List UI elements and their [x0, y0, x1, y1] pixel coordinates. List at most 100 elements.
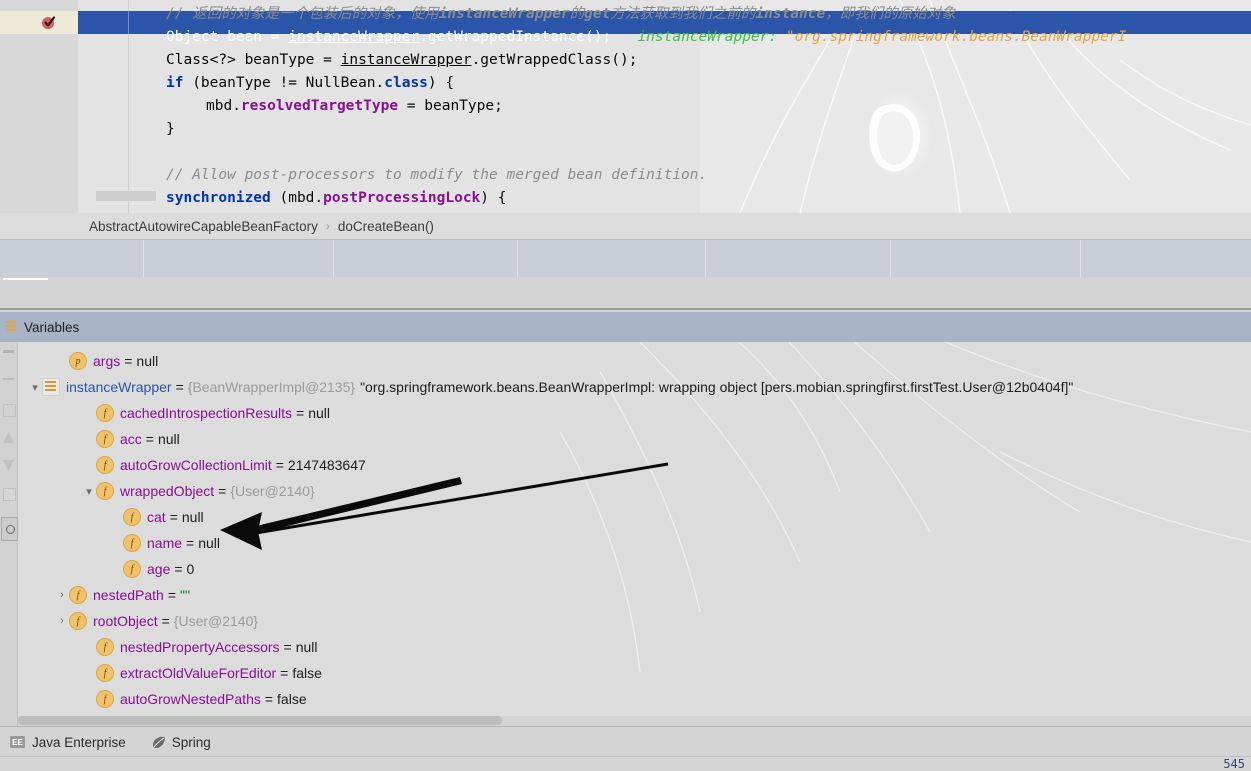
variable-row[interactable]: › f rootObject = {User@2140} [55, 608, 258, 634]
variable-name[interactable]: nestedPath [93, 587, 164, 603]
variable-name[interactable]: rootObject [93, 613, 158, 629]
variable-value[interactable]: false [277, 691, 307, 707]
list-icon[interactable] [3, 488, 16, 501]
variables-panel[interactable]: Variables p args = null ▾ instanceWrapper = {Be… [0, 312, 1251, 726]
toolbar-divider [517, 240, 518, 278]
status-item-java-enterprise[interactable]: EE Java Enterprise [10, 735, 126, 750]
variable-name[interactable]: nestedPropertyAccessors [120, 639, 280, 655]
toolbar-divider [705, 240, 706, 278]
variable-row[interactable]: f acc = null [82, 426, 180, 452]
variable-value[interactable]: null [136, 353, 158, 369]
variable-name[interactable]: wrappedObject [120, 483, 214, 499]
up-triangle-icon[interactable] [3, 432, 14, 443]
code-token: class [384, 75, 428, 91]
variable-name[interactable]: age [147, 561, 170, 577]
code-token: synchronized [166, 190, 271, 206]
chevron-down-icon[interactable]: ▾ [28, 374, 42, 400]
variable-name[interactable]: name [147, 535, 182, 551]
variable-value[interactable]: "" [180, 587, 190, 603]
status-item-spring[interactable]: Spring [152, 735, 211, 750]
variable-value[interactable]: null [198, 535, 220, 551]
variable-row[interactable]: p args = null [55, 348, 158, 374]
variable-value[interactable]: {BeanWrapperImpl@2135} [188, 379, 355, 395]
equals-sign: = [174, 561, 183, 577]
field-icon: f [69, 612, 87, 630]
variable-row[interactable]: f nestedPropertyAccessors = null [82, 634, 318, 660]
variables-tree[interactable]: p args = null ▾ instanceWrapper = {BeanWrapperI… [18, 342, 1251, 726]
line-icon[interactable] [3, 378, 14, 380]
debugger-side-toolbar[interactable] [0, 342, 18, 726]
variable-row[interactable]: f age = 0 [109, 556, 194, 582]
code-line[interactable]: Object bean = instanceWrapper.getWrapped… [166, 26, 1126, 49]
variable-name[interactable]: cachedIntrospectionResults [120, 405, 292, 421]
debug-frames-toolbar[interactable] [0, 239, 1251, 279]
code-text[interactable]: // 返回的对象是一个包装后的对象，使用instanceWrapper的get方… [0, 0, 1251, 213]
field-icon: f [123, 560, 141, 578]
variable-name[interactable]: autoGrowCollectionLimit [120, 457, 272, 473]
variable-value[interactable]: null [158, 431, 180, 447]
code-editor[interactable]: // 返回的对象是一个包装后的对象，使用instanceWrapper的get方… [0, 0, 1251, 213]
variable-row[interactable]: ▾ instanceWrapper = {BeanWrapperImpl@2135} "… [28, 374, 1073, 400]
variable-value[interactable]: null [296, 639, 318, 655]
square-icon[interactable] [3, 404, 16, 417]
code-token: "org.springframework.beans.BeanWrapperI [777, 29, 1127, 45]
variables-hscroll-thumb[interactable] [18, 716, 502, 725]
code-token: beanType = [235, 52, 341, 68]
variables-tab-header[interactable]: Variables [0, 312, 1251, 342]
variable-row[interactable]: › f nestedPath = "" [55, 582, 190, 608]
variable-name[interactable]: args [93, 353, 120, 369]
variable-name[interactable]: instanceWrapper [66, 379, 172, 395]
variable-value[interactable]: {User@2140} [230, 483, 314, 499]
code-token: (mbd. [270, 190, 324, 206]
variable-row[interactable]: f autoGrowNestedPaths = false [82, 686, 307, 712]
variable-value[interactable]: false [292, 665, 322, 681]
variable-value-extra[interactable]: "org.springframework.beans.BeanWrapperIm… [360, 379, 1073, 395]
debug-frames-area[interactable] [0, 277, 1251, 310]
code-token: Object [166, 29, 219, 45]
panel-divider[interactable] [0, 308, 1251, 310]
code-token: resolvedTargetType [240, 98, 399, 114]
variable-name[interactable]: cat [147, 509, 166, 525]
variable-value[interactable]: null [182, 509, 204, 525]
code-token: ) { [427, 75, 455, 91]
code-line[interactable]: if (beanType != NullBean.class) { [166, 72, 454, 95]
code-token: mbd. [206, 98, 241, 114]
variable-value[interactable]: 0 [187, 561, 195, 577]
breadcrumb-method[interactable]: doCreateBean() [338, 219, 434, 234]
down-triangle-icon[interactable] [3, 460, 14, 471]
variable-row[interactable]: ▾ f wrappedObject = {User@2140} [82, 478, 315, 504]
code-line[interactable]: } [166, 118, 175, 141]
toolbar-selected-button[interactable] [1, 517, 18, 541]
code-token: .getWrappedInstance(); [419, 29, 612, 45]
equals-sign: = [296, 405, 305, 421]
code-line[interactable]: // 返回的对象是一个包装后的对象，使用instanceWrapper的get方… [166, 3, 956, 26]
breadcrumb[interactable]: AbstractAutowireCapableBeanFactory › doC… [0, 213, 1251, 239]
code-line[interactable]: synchronized (mbd.postProcessingLock) { [166, 187, 507, 210]
variable-value[interactable]: null [308, 405, 330, 421]
equals-sign: = [218, 483, 227, 499]
variable-row[interactable]: f autoGrowCollectionLimit = 2147483647 [82, 452, 366, 478]
variable-row[interactable]: f extractOldValueForEditor = false [82, 660, 322, 686]
spring-leaf-icon [152, 736, 166, 749]
breadcrumb-class[interactable]: AbstractAutowireCapableBeanFactory [89, 219, 318, 234]
chevron-right-icon[interactable]: › [55, 608, 69, 634]
code-line[interactable]: Class<?> beanType = instanceWrapper.getW… [166, 49, 637, 72]
status-bar[interactable]: EE Java Enterprise Spring [0, 726, 1251, 757]
variable-value[interactable]: 2147483647 [288, 457, 366, 473]
equals-sign: = [175, 379, 184, 395]
chevron-down-icon[interactable]: ▾ [82, 478, 96, 504]
bottom-bar [0, 756, 1251, 770]
variable-value[interactable]: {User@2140} [174, 613, 258, 629]
code-line[interactable]: mbd.resolvedTargetType = beanType; [206, 95, 503, 118]
variable-name[interactable]: acc [120, 431, 142, 447]
variable-row[interactable]: f name = null [109, 530, 220, 556]
variable-row[interactable]: f cachedIntrospectionResults = null [82, 400, 330, 426]
minus-icon[interactable] [3, 350, 14, 353]
code-line[interactable]: // Allow post-processors to modify the m… [166, 164, 707, 187]
variable-name[interactable]: extractOldValueForEditor [120, 665, 276, 681]
chevron-right-icon[interactable]: › [55, 582, 69, 608]
variable-row[interactable]: f cat = null [109, 504, 204, 530]
variable-name[interactable]: autoGrowNestedPaths [120, 691, 261, 707]
